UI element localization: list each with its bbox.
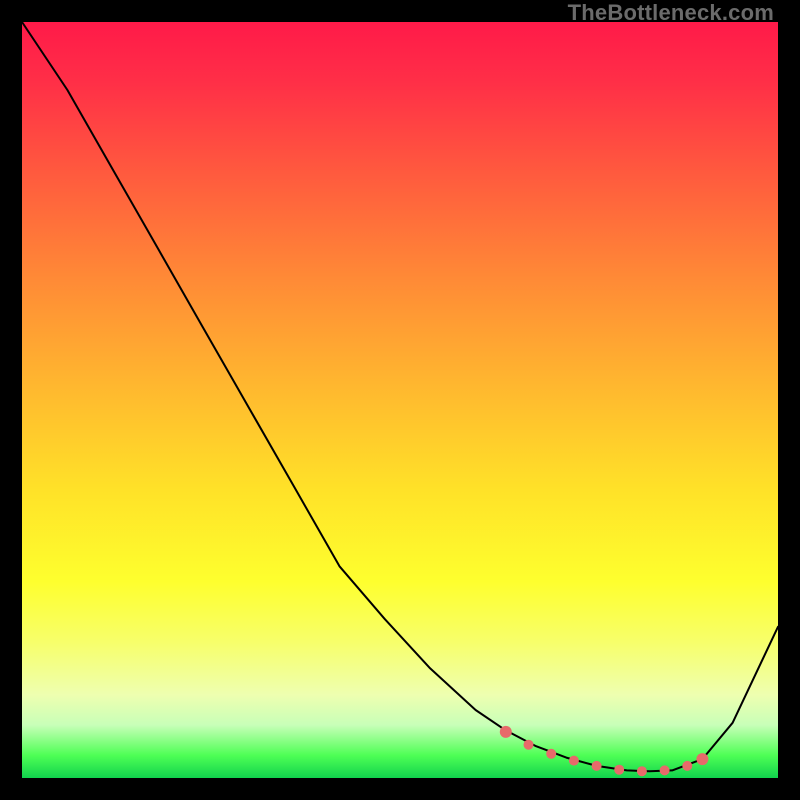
curve-marker [696, 753, 708, 765]
curve-marker [614, 765, 624, 775]
curve-marker [660, 765, 670, 775]
chart-frame: TheBottleneck.com [0, 0, 800, 800]
curve-marker [569, 756, 579, 766]
curve-marker [682, 761, 692, 771]
curve-marker [592, 761, 602, 771]
curve-marker [637, 766, 647, 776]
bottleneck-curve [22, 22, 778, 771]
curve-marker [500, 726, 512, 738]
chart-overlay-svg [22, 22, 778, 778]
curve-marker [546, 749, 556, 759]
curve-marker [524, 740, 534, 750]
